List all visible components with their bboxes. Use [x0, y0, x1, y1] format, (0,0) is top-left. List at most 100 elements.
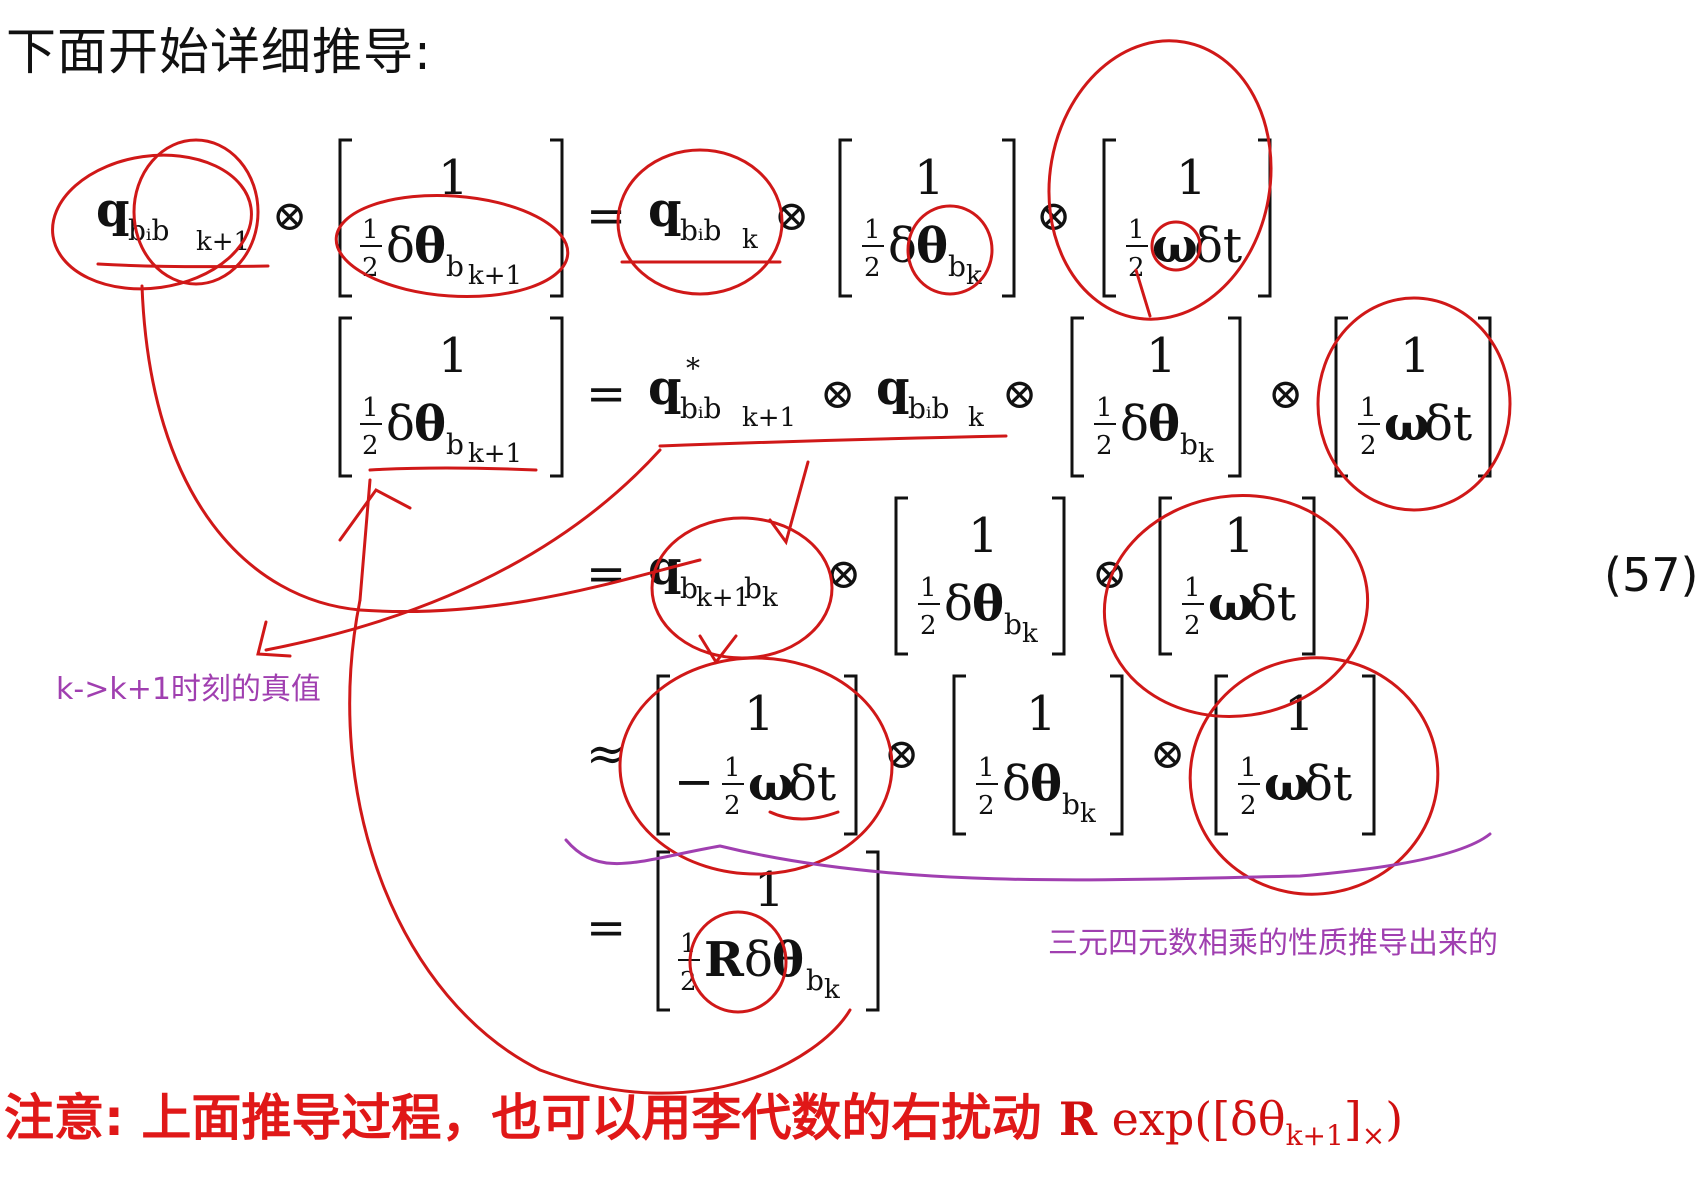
svg-text:1: 1	[1146, 328, 1177, 384]
svg-text:2: 2	[724, 791, 741, 821]
svg-text:k: k	[1080, 799, 1096, 829]
svg-text:q: q	[648, 360, 682, 416]
svg-text:b: b	[806, 964, 824, 997]
svg-text:2: 2	[864, 253, 881, 283]
svg-text:2: 2	[1184, 611, 1201, 641]
svg-text:k: k	[824, 975, 840, 1005]
equation-number: (57)	[1604, 548, 1699, 602]
svg-text:⊗: ⊗	[1150, 729, 1185, 778]
delta: δ	[386, 218, 415, 274]
svg-text:1: 1	[864, 215, 881, 245]
svg-text:δ: δ	[1002, 756, 1031, 812]
row-3: = q b k+1 b k ⊗ 1 1 2 δ θ b k ⊗ 1 1 2 ω …	[586, 496, 1316, 656]
svg-text:−: −	[674, 754, 714, 810]
svg-text:q: q	[876, 360, 910, 416]
svg-text:1: 1	[1360, 393, 1377, 423]
svg-text:k: k	[968, 403, 984, 433]
svg-text:1: 1	[744, 686, 775, 742]
svg-text:1: 1	[1096, 393, 1113, 423]
svg-text:θ: θ	[772, 932, 804, 988]
svg-text:θ: θ	[1148, 396, 1180, 452]
svg-text:1: 1	[1224, 508, 1255, 564]
svg-text:⊗: ⊗	[1002, 369, 1037, 418]
svg-text:1: 1	[1400, 328, 1431, 384]
conjugate-star: *	[686, 352, 700, 385]
svg-text:=: =	[586, 546, 626, 602]
svg-text:=: =	[586, 366, 626, 422]
svg-text:bᵢb: bᵢb	[908, 392, 949, 425]
svg-text:1: 1	[1026, 686, 1057, 742]
svg-text:δt: δt	[788, 756, 836, 812]
half-num: 1	[362, 215, 379, 245]
svg-text:δ: δ	[744, 932, 773, 988]
derivation-equations: .m { font-family:"DejaVu Serif", serif; …	[51, 39, 1512, 1095]
svg-text:δt: δt	[1248, 576, 1296, 632]
svg-text:k: k	[1022, 619, 1038, 649]
svg-text:θ: θ	[414, 396, 446, 452]
note-label: 注意: 上面推导过程，也可以用李代数的右扰动	[4, 1089, 1059, 1147]
svg-text:ω: ω	[1384, 396, 1430, 452]
svg-text:1: 1	[1240, 753, 1257, 783]
svg-text:1: 1	[362, 393, 379, 423]
svg-text:k+1: k+1	[696, 583, 750, 613]
svg-text:1: 1	[1128, 215, 1145, 245]
svg-text:ω: ω	[1208, 576, 1254, 632]
svg-text:k: k	[1198, 439, 1214, 469]
svg-text:1: 1	[920, 573, 937, 603]
svg-text:k: k	[762, 583, 778, 613]
row-1: q bᵢb k+1 ⊗ 1 1 2 δ θ b k+1 = q bᵢb k ⊗ …	[96, 138, 1272, 298]
svg-text:δ: δ	[1120, 396, 1149, 452]
svg-text:θ: θ	[1030, 756, 1062, 812]
svg-text:R: R	[704, 932, 745, 988]
svg-text:bᵢb: bᵢb	[680, 392, 721, 425]
svg-text:b: b	[446, 428, 464, 461]
svg-text:b: b	[1062, 788, 1080, 821]
svg-text:δ: δ	[386, 396, 415, 452]
theta: θ	[414, 218, 446, 274]
note-formula: R exp([δθk+1]×)	[1058, 1092, 1404, 1153]
svg-text:1: 1	[914, 150, 945, 206]
svg-text:δt: δt	[1304, 756, 1352, 812]
svg-text:=: =	[586, 900, 626, 956]
svg-text:1: 1	[754, 862, 785, 918]
svg-text:1: 1	[968, 508, 999, 564]
svg-text:2: 2	[1360, 431, 1377, 461]
svg-text:1: 1	[724, 753, 741, 783]
svg-text:δ: δ	[888, 218, 917, 274]
triple-quaternion-annotation: 三元四元数相乘的性质推导出来的	[1048, 926, 1498, 961]
sub-b: b	[446, 250, 464, 283]
note-line: 注意: 上面推导过程，也可以用李代数的右扰动 R exp([δθk+1]×)	[4, 1078, 1403, 1152]
otimes-symbol: ⊗	[272, 191, 307, 240]
sub-k: k	[742, 225, 758, 255]
q-symbol: q	[96, 182, 130, 238]
svg-text:θ: θ	[972, 576, 1004, 632]
svg-text:2: 2	[920, 611, 937, 641]
svg-text:b: b	[1180, 428, 1198, 461]
sub-bi-bk: bᵢb	[680, 214, 721, 247]
svg-text:δt: δt	[1424, 396, 1472, 452]
row-5: = 1 1 2 R δ θ b k	[586, 850, 880, 1012]
svg-text:k+1: k+1	[468, 439, 522, 469]
sub-k1: k+1	[468, 261, 522, 291]
svg-text:2: 2	[978, 791, 995, 821]
svg-text:2: 2	[1128, 253, 1145, 283]
svg-text:1: 1	[1184, 573, 1201, 603]
svg-text:k+1: k+1	[742, 403, 796, 433]
otimes-symbol: ⊗	[774, 191, 809, 240]
svg-text:ω: ω	[1264, 756, 1310, 812]
svg-text:δ: δ	[944, 576, 973, 632]
svg-text:⊗: ⊗	[884, 729, 919, 778]
svg-text:θ: θ	[916, 218, 948, 274]
svg-text:b: b	[744, 572, 762, 605]
true-value-annotation: k->k+1时刻的真值	[56, 672, 321, 707]
svg-text:b: b	[948, 250, 966, 283]
svg-text:⊗: ⊗	[1268, 369, 1303, 418]
svg-text:⊗: ⊗	[820, 369, 855, 418]
svg-text:1: 1	[438, 328, 469, 384]
svg-text:2: 2	[362, 431, 379, 461]
svg-text:b: b	[1004, 608, 1022, 641]
svg-text:1: 1	[1176, 150, 1207, 206]
svg-text:2: 2	[1096, 431, 1113, 461]
row-4: ≈ 1 − 1 2 ω δt ⊗ 1 1 2 δ θ b k ⊗ 1 1 2 ω…	[586, 674, 1376, 836]
svg-text:ω: ω	[748, 756, 794, 812]
